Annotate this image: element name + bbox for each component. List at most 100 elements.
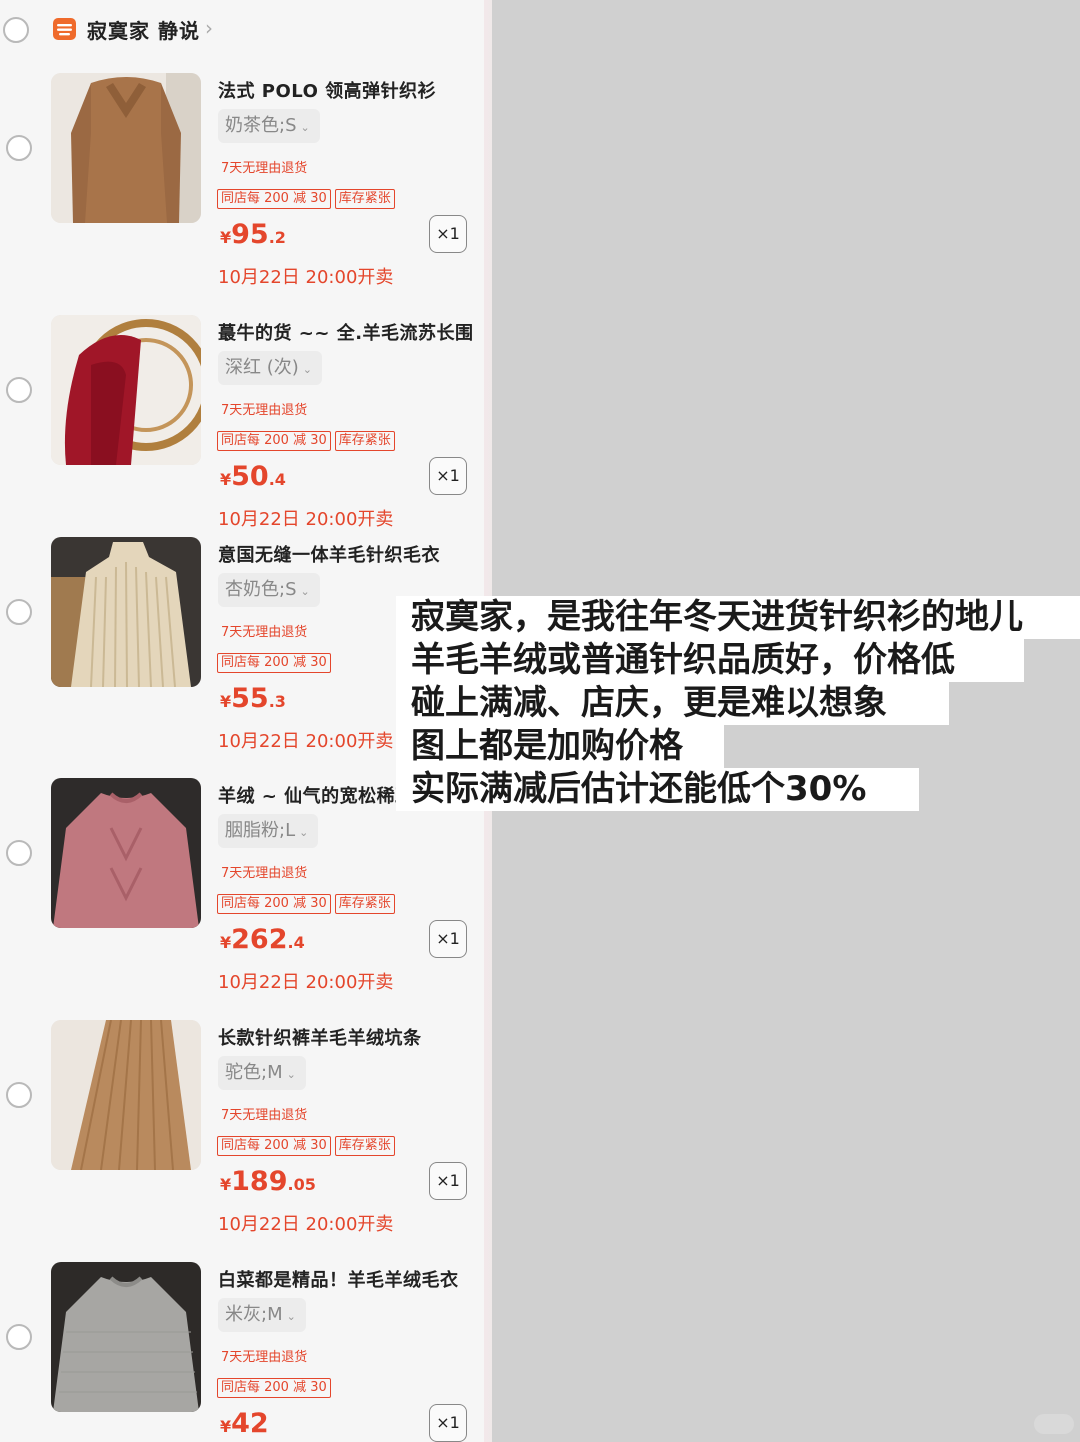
promo-tags: 同店每 200 减 30 库存紧张 [217,187,399,209]
price: ¥189.05 [220,1166,316,1197]
item-select-radio[interactable] [6,1324,32,1350]
price: ¥42 [220,1408,269,1439]
product-title[interactable]: 法式 POLO 领高弹针织衫 [218,77,436,103]
item-select-radio[interactable] [6,599,32,625]
currency-symbol: ¥ [220,470,232,489]
sku-selector[interactable]: 胭脂粉;L ⌄ [218,814,319,848]
sale-time: 10月22日 20:00开卖 [218,731,394,752]
currency-symbol: ¥ [220,228,232,247]
chevron-down-icon: ⌄ [286,1068,296,1081]
sku-selector[interactable]: 奶茶色;S ⌄ [218,109,320,143]
sale-time: 10月22日 20:00开卖 [218,972,394,993]
return-policy: 7天无理由退货 [221,866,308,881]
sku-selector[interactable]: 驼色;M ⌄ [218,1056,306,1090]
caption-line: 寂寞家，是我往年冬天进货针织衫的地儿 [396,596,1080,639]
price-integer: 55 [231,683,269,714]
product-image[interactable] [51,73,201,223]
sku-selector[interactable]: 杏奶色;S ⌄ [218,573,320,607]
return-policy: 7天无理由退货 [221,161,308,176]
shop-header[interactable]: 寂寞家 静说 › [0,0,484,60]
sku-label: 胭脂粉;L [225,820,296,841]
cart-item: 蕞牛的货 ~~ 全.羊毛流苏长围 深红 (次) ⌄ 7天无理由退货 同店每 200… [0,315,484,555]
promo-tag: 同店每 200 减 30 [217,189,331,209]
price: ¥55.3 [220,683,286,714]
cart-item: 羊绒 ~ 仙气的宽松稀疏 胭脂粉;L ⌄ 7天无理由退货 同店每 200 减 30… [0,778,484,1018]
currency-symbol: ¥ [220,692,232,711]
caption-line: 羊毛羊绒或普通针织品质好，价格低 [396,639,1024,682]
product-image[interactable] [51,1020,201,1170]
cart-item: 白菜都是精品！羊毛羊绒毛衣 米灰;M ⌄ 7天无理由退货 同店每 200 减 30… [0,1262,484,1442]
product-image[interactable] [51,778,201,928]
sku-label: 米灰;M [225,1304,283,1325]
product-image[interactable] [51,537,201,687]
product-image[interactable] [51,315,201,465]
sku-label: 奶茶色;S [225,115,297,136]
price-integer: 262 [231,924,288,955]
chevron-down-icon: ⌄ [300,585,310,598]
product-title[interactable]: 蕞牛的货 ~~ 全.羊毛流苏长围 [218,319,474,345]
promo-tag: 同店每 200 减 30 [217,894,331,914]
price: ¥95.2 [220,219,286,250]
item-select-radio[interactable] [6,377,32,403]
item-select-radio[interactable] [6,1082,32,1108]
return-policy: 7天无理由退货 [221,1350,308,1365]
caption-line: 碰上满减、店庆，更是难以想象 [396,682,949,725]
chevron-right-icon: › [205,16,213,40]
sku-label: 杏奶色;S [225,579,297,600]
product-image[interactable] [51,1262,201,1412]
sale-time: 10月22日 20:00开卖 [218,267,394,288]
promo-tags: 同店每 200 减 30 [217,651,335,673]
sale-time: 10月22日 20:00开卖 [218,1214,394,1235]
chevron-down-icon: ⌄ [286,1310,296,1323]
currency-symbol: ¥ [220,1417,232,1436]
product-title[interactable]: 意国无缝一体羊毛针织毛衣 [218,541,440,567]
price-integer: 95 [231,219,269,250]
caption-line: 实际满减后估计还能低个30% [396,768,919,811]
return-policy: 7天无理由退货 [221,403,308,418]
price-decimal: .05 [287,1175,316,1194]
chevron-down-icon: ⌄ [299,826,309,839]
price: ¥50.4 [220,461,286,492]
currency-symbol: ¥ [220,1175,232,1194]
promo-tags: 同店每 200 减 30 [217,1376,335,1398]
chevron-down-icon: ⌄ [300,121,310,134]
return-policy: 7天无理由退货 [221,625,308,640]
quantity-button[interactable]: ×1 [429,1162,467,1200]
promo-tags: 同店每 200 减 30 库存紧张 [217,892,399,914]
shop-name[interactable]: 寂寞家 静说 [87,15,200,44]
price: ¥262.4 [220,924,305,955]
stock-tag: 库存紧张 [334,189,395,209]
currency-symbol: ¥ [220,933,232,952]
sale-time: 10月22日 20:00开卖 [218,509,394,530]
price-integer: 50 [231,461,269,492]
cart-item: 法式 POLO 领高弹针织衫 奶茶色;S ⌄ 7天无理由退货 同店每 200 减 … [0,73,484,313]
price-decimal: .2 [268,228,286,247]
price-decimal: .3 [268,692,286,711]
item-select-radio[interactable] [6,135,32,161]
stock-tag: 库存紧张 [334,1136,395,1156]
cart-item: 长款针织裤羊毛羊绒坑条 驼色;M ⌄ 7天无理由退货 同店每 200 减 30 库存… [0,1020,484,1260]
product-title[interactable]: 羊绒 ~ 仙气的宽松稀疏 [218,782,414,808]
shop-select-radio[interactable] [3,17,29,43]
price-decimal: .4 [287,933,305,952]
sku-selector[interactable]: 深红 (次) ⌄ [218,351,322,385]
shop-icon [53,18,76,40]
promo-tag: 同店每 200 减 30 [217,1136,331,1156]
sku-label: 驼色;M [225,1062,283,1083]
promo-tags: 同店每 200 减 30 库存紧张 [217,1134,399,1156]
item-select-radio[interactable] [6,840,32,866]
caption-line: 图上都是加购价格 [396,725,724,768]
quantity-button[interactable]: ×1 [429,457,467,495]
price-integer: 42 [231,1408,269,1439]
product-title[interactable]: 长款针织裤羊毛羊绒坑条 [218,1024,422,1050]
quantity-button[interactable]: ×1 [429,215,467,253]
promo-tag: 同店每 200 减 30 [217,1378,331,1398]
quantity-button[interactable]: ×1 [429,1404,467,1442]
price-integer: 189 [231,1166,288,1197]
sku-selector[interactable]: 米灰;M ⌄ [218,1298,306,1332]
stock-tag: 库存紧张 [334,431,395,451]
promo-tag: 同店每 200 减 30 [217,653,331,673]
product-title[interactable]: 白菜都是精品！羊毛羊绒毛衣 [218,1266,459,1292]
chevron-down-icon: ⌄ [302,363,312,376]
quantity-button[interactable]: ×1 [429,920,467,958]
